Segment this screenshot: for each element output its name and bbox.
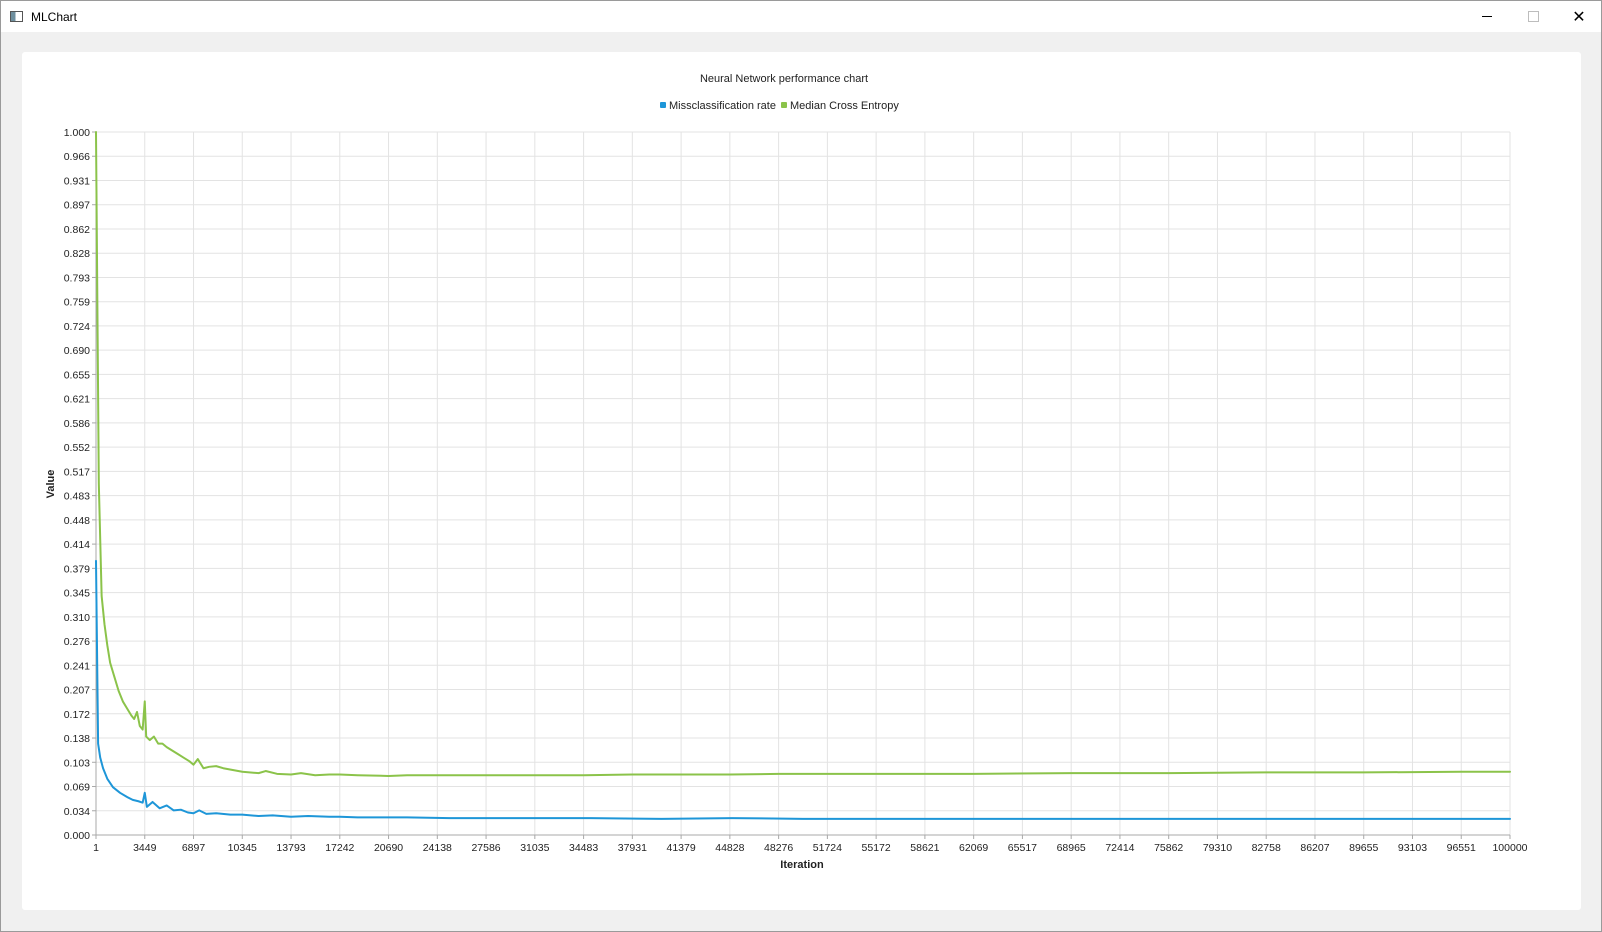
x-tick-label: 62069 [959, 842, 988, 854]
y-tick-label: 0.448 [64, 515, 90, 527]
y-tick-label: 0.621 [64, 394, 90, 406]
y-tick-label: 0.310 [64, 612, 90, 624]
grid [95, 131, 1511, 836]
y-tick-label: 0.517 [64, 466, 90, 478]
y-tick-label: 0.241 [64, 660, 90, 672]
y-tick-label: 0.931 [64, 175, 90, 187]
x-tick-label: 89655 [1349, 842, 1378, 854]
x-tick-label: 96551 [1447, 842, 1476, 854]
x-tick-label: 31035 [520, 842, 549, 854]
x-tick-label: 79310 [1203, 842, 1232, 854]
y-tick-label: 0.138 [64, 733, 90, 745]
y-tick-label: 0.345 [64, 588, 90, 600]
y-tick-label: 0.759 [64, 297, 90, 309]
y-tick-label: 0.069 [64, 782, 90, 794]
y-tick-label: 0.655 [64, 369, 90, 381]
y-tick-label: 0.000 [64, 830, 90, 842]
y-axis-title: Value [45, 470, 57, 499]
y-tick-label: 0.483 [64, 491, 90, 503]
x-tick-label: 10345 [228, 842, 257, 854]
x-tick-label: 72414 [1105, 842, 1134, 854]
y-tick-label: 1.000 [64, 127, 90, 139]
x-tick-label: 100000 [1492, 842, 1527, 854]
x-tick-label: 17242 [325, 842, 354, 854]
chart-svg: Neural Network performance chart Misscla… [45, 73, 1528, 871]
maximize-button[interactable] [1510, 1, 1556, 32]
x-axis-title: Iteration [780, 859, 824, 871]
y-tick-label: 0.034 [64, 806, 90, 818]
legend-label-series-2: Median Cross Entropy [790, 100, 899, 112]
x-tick-label: 82758 [1252, 842, 1281, 854]
legend-swatch-series-1 [660, 102, 666, 108]
x-tick-label: 20690 [374, 842, 403, 854]
y-tick-label: 0.793 [64, 272, 90, 284]
axes [92, 131, 1511, 839]
x-tick-label: 55172 [862, 842, 891, 854]
x-tick-label: 24138 [423, 842, 452, 854]
minimize-button[interactable] [1464, 1, 1510, 32]
y-tick-label: 0.379 [64, 563, 90, 575]
maximize-icon [1527, 11, 1539, 22]
x-tick-label: 86207 [1300, 842, 1329, 854]
legend-label-series-1: Missclassification rate [669, 100, 776, 112]
x-tick-label: 44828 [715, 842, 744, 854]
y-tick-label: 0.690 [64, 345, 90, 357]
app-window: MLChart ✕ Neural Network performance cha… [0, 0, 1602, 932]
chart-card: Neural Network performance chart Misscla… [22, 52, 1581, 910]
legend: Missclassification rate Median Cross Ent… [660, 100, 899, 112]
x-tick-label: 93103 [1398, 842, 1427, 854]
y-tick-label: 0.862 [64, 224, 90, 236]
y-tick-label: 0.172 [64, 709, 90, 721]
legend-swatch-series-2 [781, 102, 787, 108]
y-tick-label: 0.897 [64, 200, 90, 212]
x-tick-label: 34483 [569, 842, 598, 854]
y-tick-labels: 0.000 0.034 0.069 0.103 0.138 0.172 0.207 0.241… [64, 127, 90, 842]
y-tick-label: 0.828 [64, 248, 90, 260]
app-window-icon [10, 11, 23, 22]
minimize-icon [1482, 16, 1492, 17]
x-tick-label: 58621 [910, 842, 939, 854]
y-tick-label: 0.414 [64, 539, 90, 551]
series-lines [95, 131, 1511, 820]
y-tick-label: 0.552 [64, 442, 90, 454]
x-tick-labels: 1 3449 6897 10345 13793 17242 20690 24138 27586 3… [93, 842, 1528, 854]
x-tick-label: 6897 [182, 842, 206, 854]
x-tick-label: 27586 [471, 842, 500, 854]
chart-title: Neural Network performance chart [700, 73, 868, 85]
x-tick-label: 37931 [618, 842, 647, 854]
y-tick-label: 0.103 [64, 757, 90, 769]
x-tick-label: 13793 [276, 842, 305, 854]
x-tick-label: 48276 [764, 842, 793, 854]
close-icon: ✕ [1572, 8, 1586, 26]
y-tick-label: 0.207 [64, 685, 90, 697]
close-button[interactable]: ✕ [1556, 1, 1602, 32]
y-tick-label: 0.966 [64, 151, 90, 163]
y-tick-label: 0.724 [64, 321, 90, 333]
x-tick-label: 51724 [813, 842, 842, 854]
x-tick-label: 65517 [1008, 842, 1037, 854]
x-tick-label: 75862 [1154, 842, 1183, 854]
y-tick-label: 0.586 [64, 418, 90, 430]
x-tick-label: 68965 [1057, 842, 1086, 854]
x-tick-label: 41379 [667, 842, 696, 854]
title-bar[interactable]: MLChart ✕ [1, 1, 1601, 32]
x-tick-label: 1 [93, 842, 99, 854]
window-title: MLChart [31, 9, 78, 24]
y-tick-label: 0.276 [64, 636, 90, 648]
x-tick-label: 3449 [133, 842, 157, 854]
